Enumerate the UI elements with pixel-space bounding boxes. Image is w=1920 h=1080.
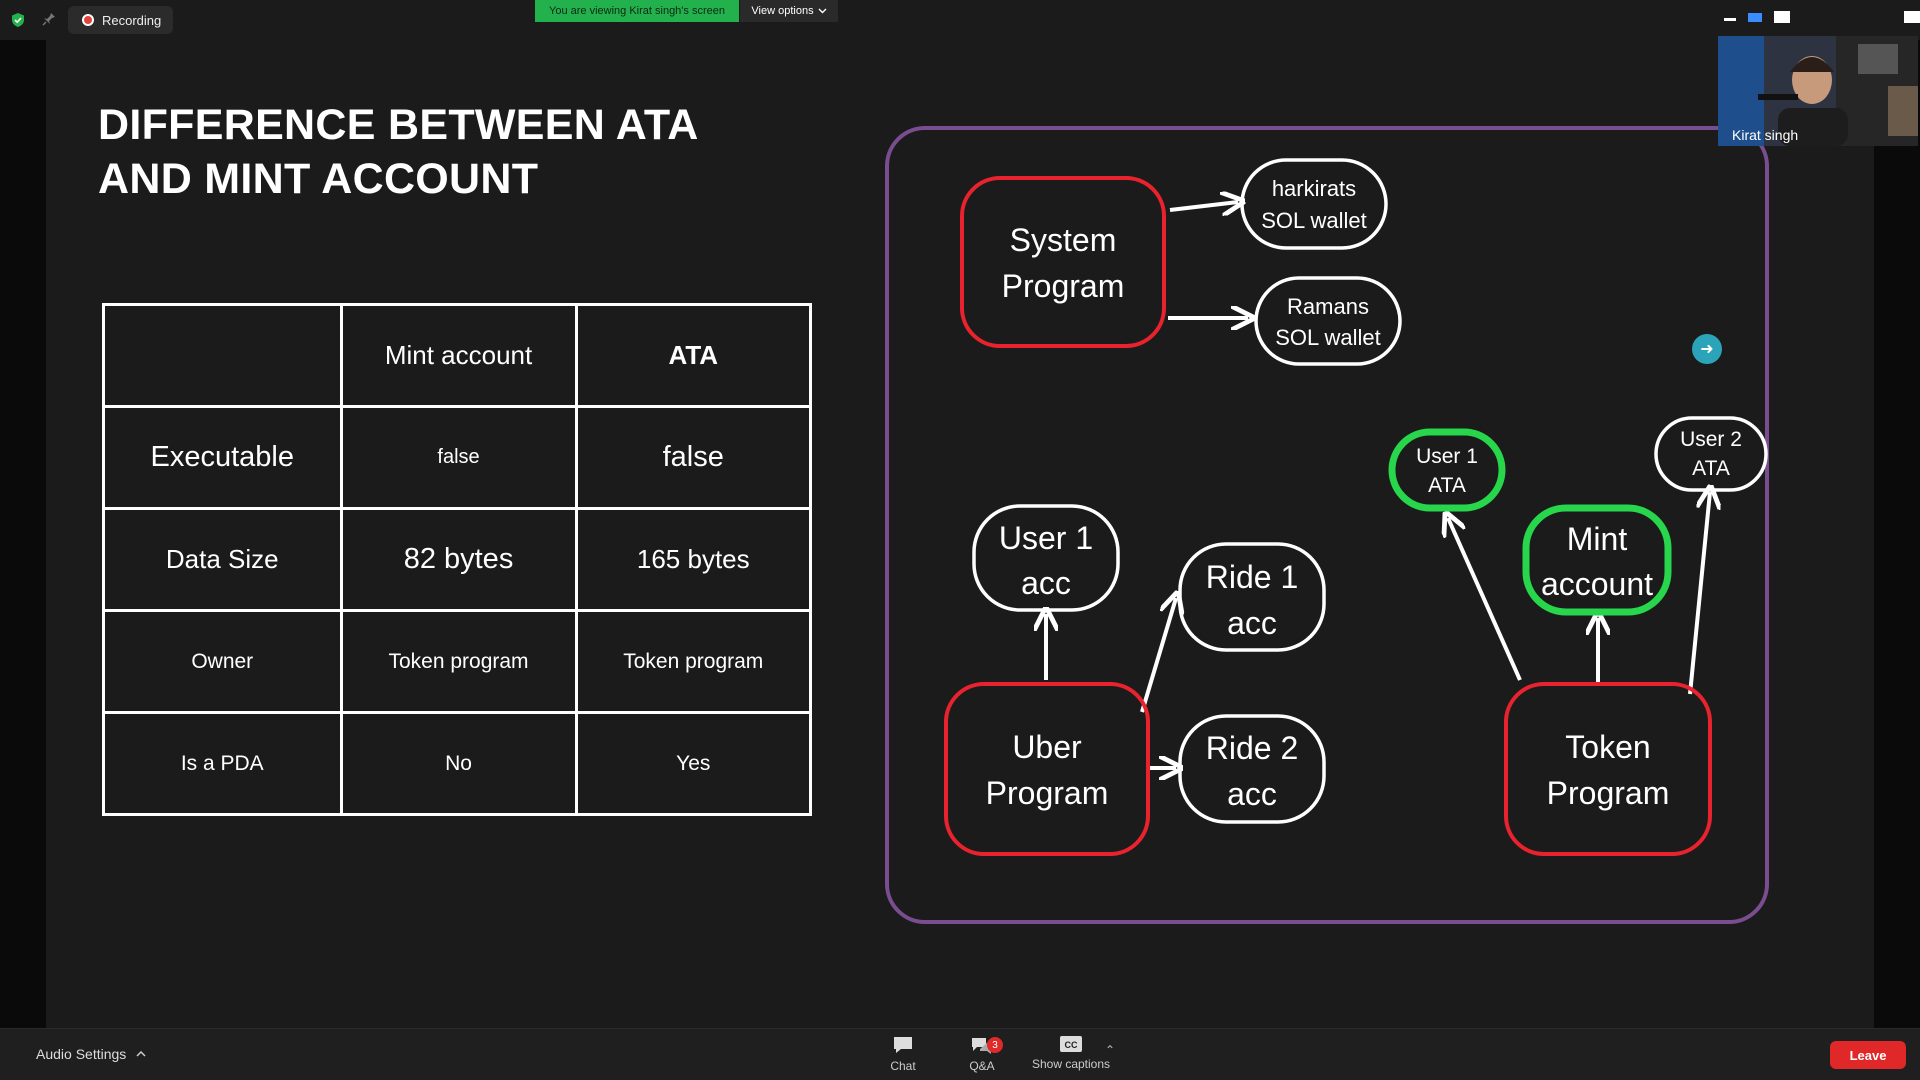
slide-title-line-2: AND MINT ACCOUNT <box>98 155 539 203</box>
ride2-acc-node: Ride 2 acc <box>1178 714 1326 824</box>
speaker-view-icon <box>1774 11 1790 23</box>
mint-account-label-1: Mint <box>1567 521 1628 557</box>
chat-label: Chat <box>890 1059 916 1073</box>
user1-ata-label-2: ATA <box>1428 474 1466 497</box>
mint-account-label-2: account <box>1541 566 1653 602</box>
table-cell: false <box>339 405 578 510</box>
user2-ata-label-1: User 2 <box>1680 428 1742 451</box>
table-row-label: Data Size <box>102 507 343 612</box>
zoom-window: Recording You are viewing Kirat singh's … <box>0 0 1920 1080</box>
system-program-node: System Program <box>960 176 1166 348</box>
recording-label: Recording <box>102 12 162 28</box>
leave-button[interactable]: Leave <box>1830 1041 1906 1069</box>
audio-settings-label: Audio Settings <box>36 1046 127 1062</box>
table-row: Is a PDA No Yes <box>102 711 813 816</box>
expand-icon <box>1904 11 1920 23</box>
arrow-token-to-user1ata <box>1448 518 1522 681</box>
qa-button[interactable]: 3 Q&A <box>937 1035 1027 1079</box>
qa-badge: 3 <box>987 1037 1003 1053</box>
captions-options-chevron-icon[interactable]: ⌃ <box>1105 1043 1115 1057</box>
token-program-label-1: Token <box>1565 729 1650 765</box>
arrow-token-to-user2ata <box>1688 492 1710 695</box>
ramans-wallet-node: Ramans SOL wallet <box>1254 276 1402 366</box>
captions-label: Show captions <box>1031 1057 1111 1071</box>
bottom-toolbar: Audio Settings Chat 3 Q&A CC Show captio… <box>0 1028 1920 1080</box>
chat-button[interactable]: Chat <box>858 1035 948 1079</box>
accounts-diagram: System Program harkirats SOL wallet Rama… <box>885 126 1769 924</box>
video-panel-controls <box>1716 8 1920 28</box>
table-row: Data Size 82 bytes 165 bytes <box>102 507 813 612</box>
table-header-cell <box>102 303 343 408</box>
harkirats-wallet-node: harkirats SOL wallet <box>1240 158 1388 250</box>
token-program-label-2: Program <box>1547 775 1670 811</box>
view-options-button[interactable]: View options <box>740 0 838 22</box>
arrow-system-to-harkirats <box>1169 202 1238 210</box>
ramans-wallet-label-1: Ramans <box>1287 294 1369 319</box>
table-header-row: Mint account ATA <box>102 303 813 408</box>
chevron-down-icon <box>818 8 827 14</box>
show-captions-button[interactable]: CC Show captions <box>1026 1035 1116 1079</box>
ride1-acc-label-2: acc <box>1227 605 1277 641</box>
view-options-label: View options <box>751 5 814 17</box>
harkirats-wallet-label-2: SOL wallet <box>1261 208 1367 233</box>
ramans-wallet-label-2: SOL wallet <box>1275 325 1381 350</box>
chevron-up-icon <box>136 1051 146 1057</box>
slide-title-line-1: DIFFERENCE BETWEEN ATA <box>98 101 699 149</box>
user2-ata-node: User 2 ATA <box>1654 416 1768 492</box>
user1-ata-node[interactable]: User 1 ATA <box>1388 428 1506 512</box>
uber-program-label-1: Uber <box>1012 729 1082 765</box>
user1-ata-label-1: User 1 <box>1416 445 1478 468</box>
user1-acc-node: User 1 acc <box>972 504 1120 612</box>
table-cell: Token program <box>339 609 578 714</box>
table-cell: Token program <box>574 609 813 714</box>
mint-account-node[interactable]: Mint account <box>1522 504 1672 616</box>
table-row: Executable false false <box>102 405 813 510</box>
recording-dot-icon <box>82 14 94 26</box>
viewing-screen-banner: You are viewing Kirat singh's screen <box>535 0 739 22</box>
right-margin <box>1874 40 1920 1028</box>
gallery-icon <box>1748 13 1762 22</box>
pin-icon[interactable] <box>42 12 56 26</box>
comparison-table: Mint account ATA Executable false false … <box>102 303 813 816</box>
system-program-label-2: Program <box>1002 268 1125 304</box>
arrow-uber-to-ride1 <box>1140 598 1176 713</box>
captions-icon-text: CC <box>1065 1040 1078 1050</box>
uber-program-node: Uber Program <box>944 682 1150 856</box>
table-row-label: Owner <box>102 609 343 714</box>
presenter-pointer-icon: ➜ <box>1692 334 1722 364</box>
table-row: Owner Token program Token program <box>102 609 813 714</box>
user2-ata-label-2: ATA <box>1692 457 1730 480</box>
table-header-cell: Mint account <box>339 303 578 408</box>
qa-label: Q&A <box>969 1059 995 1073</box>
security-shield-icon[interactable] <box>10 12 26 28</box>
participant-name: Kirat singh <box>1732 127 1799 143</box>
ride1-acc-node: Ride 1 acc <box>1178 542 1326 652</box>
table-row-label: Executable <box>102 405 343 510</box>
closed-captions-icon: CC <box>1060 1036 1082 1052</box>
token-program-node: Token Program <box>1504 682 1712 856</box>
table-header-cell: ATA <box>574 303 813 408</box>
left-margin <box>0 40 46 1028</box>
audio-settings-button[interactable]: Audio Settings <box>36 1046 146 1062</box>
minimize-icon <box>1724 18 1736 21</box>
table-cell: 165 bytes <box>574 507 813 612</box>
recording-indicator[interactable]: Recording <box>68 6 174 34</box>
uber-program-label-2: Program <box>986 775 1109 811</box>
slide-title: DIFFERENCE BETWEEN ATA AND MINT ACCOUNT <box>98 98 738 206</box>
ride2-acc-label-2: acc <box>1227 776 1277 812</box>
user1-acc-label-1: User 1 <box>999 520 1093 556</box>
table-cell: Yes <box>574 711 813 816</box>
harkirats-wallet-label-1: harkirats <box>1272 176 1356 201</box>
table-cell: 82 bytes <box>339 507 578 612</box>
ride2-acc-label-1: Ride 2 <box>1206 730 1299 766</box>
ride1-acc-label-1: Ride 1 <box>1206 559 1299 595</box>
user1-acc-label-2: acc <box>1021 565 1071 601</box>
system-program-label-1: System <box>1010 222 1117 258</box>
table-cell: No <box>339 711 578 816</box>
top-bar: Recording You are viewing Kirat singh's … <box>0 0 1920 40</box>
table-row-label: Is a PDA <box>102 711 343 816</box>
chat-icon <box>894 1037 912 1053</box>
table-cell: false <box>574 405 813 510</box>
